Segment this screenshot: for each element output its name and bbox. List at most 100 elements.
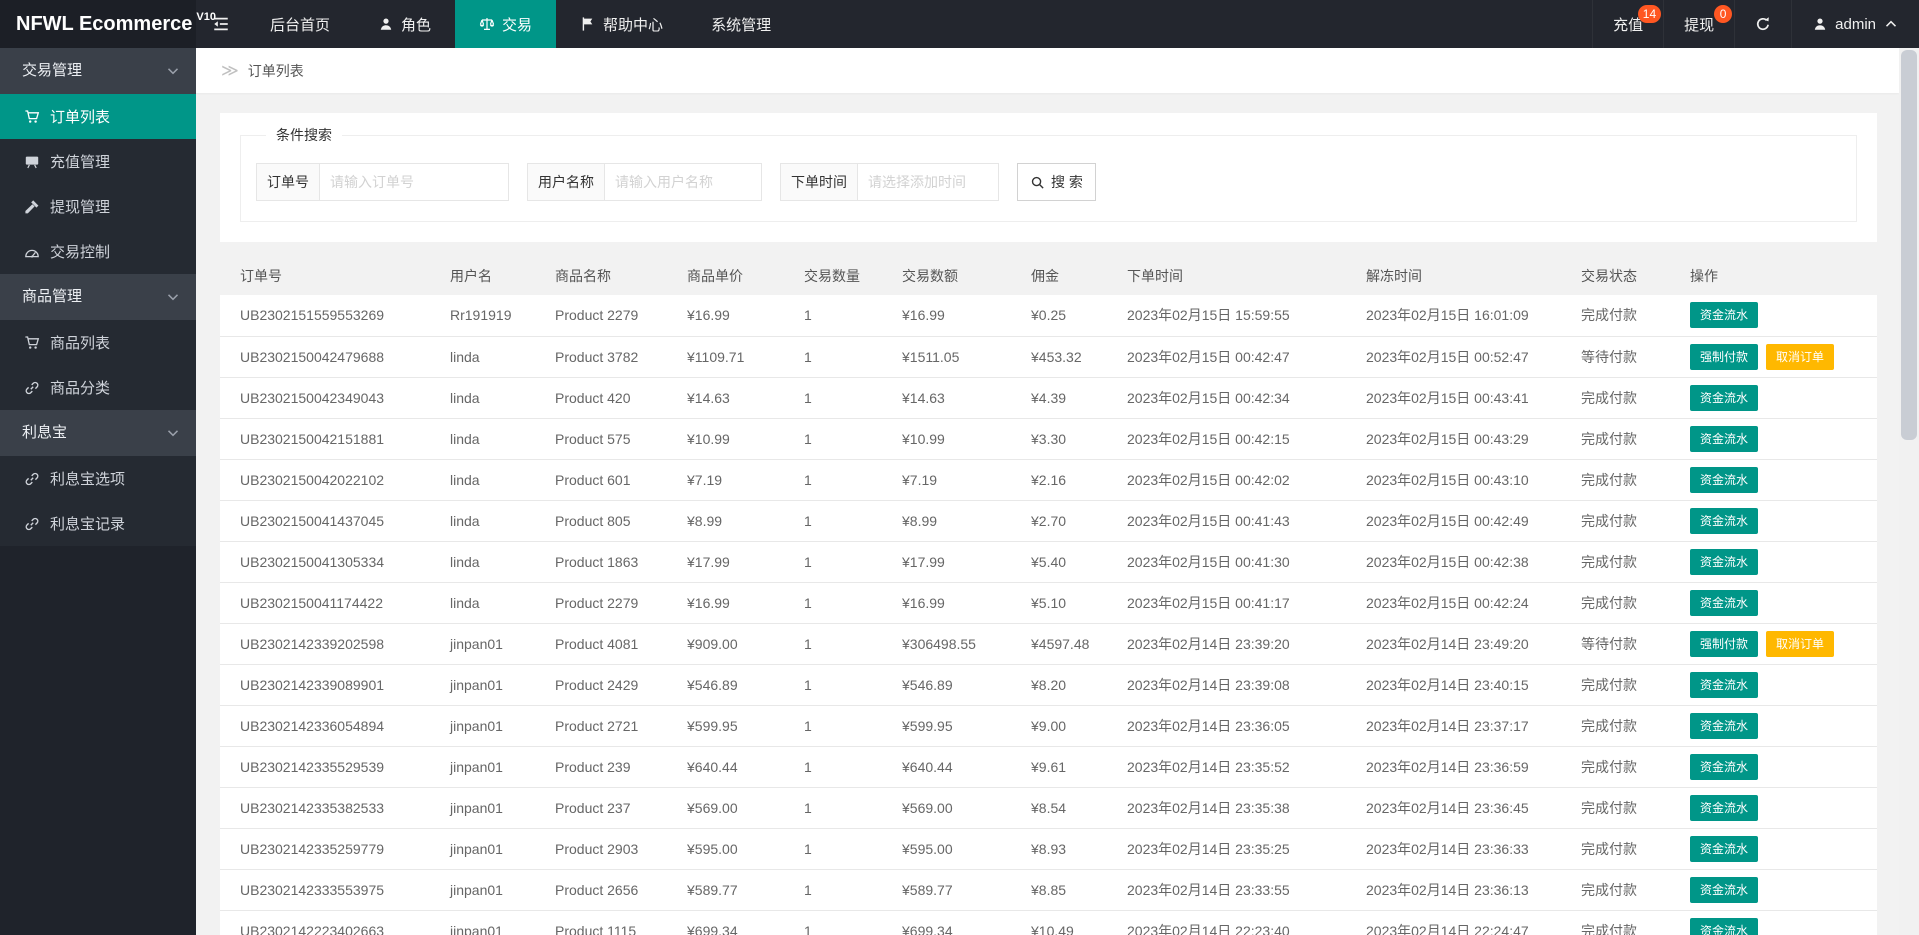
cell-status: 等待付款 <box>1571 336 1680 378</box>
fund-flow-button[interactable]: 资金流水 <box>1690 466 1759 493</box>
sidebar-item-recharge-management[interactable]: 充值管理 <box>0 139 196 184</box>
scales-icon <box>479 16 495 32</box>
recharge-nav-item[interactable]: 充值 14 <box>1592 0 1663 48</box>
sidebar-item-product-list[interactable]: 商品列表 <box>0 320 196 365</box>
table-row: UB2302150042151881 linda Product 575 ¥10.99… <box>220 418 1877 460</box>
fund-flow-button[interactable]: 资金流水 <box>1690 753 1759 780</box>
cell-amount: ¥569.00 <box>892 787 1021 829</box>
cell-actions: 资金流水 <box>1680 787 1877 829</box>
cell-order-no: UB2302150042022102 <box>220 459 440 501</box>
nav-item-backend-home[interactable]: 后台首页 <box>246 0 354 48</box>
cell-order-no: UB2302150041437045 <box>220 500 440 542</box>
cell-product: Product 1115 <box>545 910 677 935</box>
nav-item-system-management[interactable]: 系统管理 <box>687 0 795 48</box>
sidebar-group-interest-treasure[interactable]: 利息宝 <box>0 410 196 456</box>
sidebar-item-interest-records[interactable]: 利息宝记录 <box>0 501 196 546</box>
flag-icon <box>580 16 596 32</box>
cell-status: 完成付款 <box>1571 295 1680 337</box>
fund-flow-button[interactable]: 资金流水 <box>1690 589 1759 616</box>
cell-commission: ¥9.00 <box>1021 705 1117 747</box>
cell-commission: ¥8.85 <box>1021 869 1117 911</box>
cell-order-time: 2023年02月15日 00:42:34 <box>1117 377 1356 419</box>
user-menu[interactable]: admin <box>1791 0 1919 48</box>
sidebar-item-order-list[interactable]: 订单列表 <box>0 94 196 139</box>
cell-actions: 资金流水 <box>1680 377 1877 419</box>
fund-flow-button[interactable]: 资金流水 <box>1690 548 1759 575</box>
force-pay-button[interactable]: 强制付款 <box>1690 630 1759 657</box>
cell-order-no: UB2302150042479688 <box>220 336 440 378</box>
fund-flow-button[interactable]: 资金流水 <box>1690 671 1759 698</box>
search-button[interactable]: 搜 索 <box>1017 163 1096 201</box>
cell-product: Product 2721 <box>545 705 677 747</box>
cell-commission: ¥9.61 <box>1021 746 1117 788</box>
refresh-button[interactable] <box>1734 0 1791 48</box>
vertical-scrollbar[interactable] <box>1899 48 1919 935</box>
cell-actions: 资金流水 <box>1680 295 1877 337</box>
sidebar-item-interest-options[interactable]: 利息宝选项 <box>0 456 196 501</box>
cell-unfreeze-time: 2023年02月14日 23:49:20 <box>1356 623 1571 665</box>
order-no-field-group: 订单号 <box>256 163 509 201</box>
cell-qty: 1 <box>794 582 892 624</box>
cell-status: 完成付款 <box>1571 541 1680 583</box>
sidebar-group-label: 交易管理 <box>22 62 83 79</box>
cell-amount: ¥306498.55 <box>892 623 1021 665</box>
column-header: 交易数额 <box>892 257 1021 295</box>
cell-unfreeze-time: 2023年02月15日 16:01:09 <box>1356 295 1571 337</box>
nav-item-roles[interactable]: 角色 <box>354 0 455 48</box>
cell-product: Product 2656 <box>545 869 677 911</box>
table-row: UB2302150042022102 linda Product 601 ¥7.19 1… <box>220 459 1877 501</box>
sidebar-group-trade-management[interactable]: 交易管理 <box>0 48 196 94</box>
fund-flow-button[interactable]: 资金流水 <box>1690 507 1759 534</box>
fund-flow-button[interactable]: 资金流水 <box>1690 835 1759 862</box>
cell-status: 完成付款 <box>1571 664 1680 706</box>
table-row: UB2302142335259779 jinpan01 Product 2903 ¥5… <box>220 828 1877 870</box>
cell-product: Product 2279 <box>545 295 677 337</box>
withdraw-nav-item[interactable]: 提现 0 <box>1663 0 1734 48</box>
cell-order-no: UB2302150042151881 <box>220 418 440 460</box>
cell-user: linda <box>440 582 545 624</box>
collapse-sidebar-icon[interactable] <box>196 0 246 48</box>
order-no-field-input[interactable] <box>319 163 509 201</box>
cancel-order-button[interactable]: 取消订单 <box>1766 343 1835 370</box>
fund-flow-button[interactable]: 资金流水 <box>1690 794 1759 821</box>
fund-flow-button[interactable]: 资金流水 <box>1690 876 1759 903</box>
sidebar-item-trade-control[interactable]: 交易控制 <box>0 229 196 274</box>
sidebar-item-withdraw-management[interactable]: 提现管理 <box>0 184 196 229</box>
person-icon <box>1812 16 1828 32</box>
cancel-order-button[interactable]: 取消订单 <box>1766 630 1835 657</box>
cell-unfreeze-time: 2023年02月14日 23:37:17 <box>1356 705 1571 747</box>
nav-item-trade[interactable]: 交易 <box>455 0 557 48</box>
cell-amount: ¥17.99 <box>892 541 1021 583</box>
nav-item-help-center[interactable]: 帮助中心 <box>556 0 687 48</box>
fund-flow-button[interactable]: 资金流水 <box>1690 302 1759 329</box>
cell-price: ¥16.99 <box>677 295 794 337</box>
cell-product: Product 2429 <box>545 664 677 706</box>
fund-flow-button[interactable]: 资金流水 <box>1690 917 1759 935</box>
content: 条件搜索 订单号用户名称下单时间 搜 索 订单号用户名商品名称商品单价交易数量交… <box>196 93 1899 935</box>
cell-commission: ¥4.39 <box>1021 377 1117 419</box>
sidebar-group-product-management[interactable]: 商品管理 <box>0 274 196 320</box>
user-name-field-input[interactable] <box>604 163 762 201</box>
scrollbar-thumb[interactable] <box>1901 50 1917 440</box>
fund-flow-button[interactable]: 资金流水 <box>1690 712 1759 739</box>
cell-qty: 1 <box>794 418 892 460</box>
cell-unfreeze-time: 2023年02月15日 00:43:29 <box>1356 418 1571 460</box>
cell-commission: ¥8.20 <box>1021 664 1117 706</box>
recharge-badge: 14 <box>1637 5 1662 23</box>
brand-logo: NFWL Ecommerce V10 <box>0 0 216 48</box>
order-time-field-input[interactable] <box>857 163 999 201</box>
cell-user: linda <box>440 418 545 460</box>
sidebar-item-product-category[interactable]: 商品分类 <box>0 365 196 410</box>
cell-unfreeze-time: 2023年02月14日 23:36:33 <box>1356 828 1571 870</box>
cell-price: ¥1109.71 <box>677 336 794 378</box>
cell-unfreeze-time: 2023年02月15日 00:42:49 <box>1356 500 1571 542</box>
cell-qty: 1 <box>794 705 892 747</box>
cell-commission: ¥0.25 <box>1021 295 1117 337</box>
cell-unfreeze-time: 2023年02月14日 23:36:13 <box>1356 869 1571 911</box>
cell-actions: 资金流水 <box>1680 541 1877 583</box>
cell-order-no: UB2302150041305334 <box>220 541 440 583</box>
fund-flow-button[interactable]: 资金流水 <box>1690 425 1759 452</box>
force-pay-button[interactable]: 强制付款 <box>1690 343 1759 370</box>
fund-flow-button[interactable]: 资金流水 <box>1690 384 1759 411</box>
cell-order-time: 2023年02月15日 00:42:47 <box>1117 336 1356 378</box>
